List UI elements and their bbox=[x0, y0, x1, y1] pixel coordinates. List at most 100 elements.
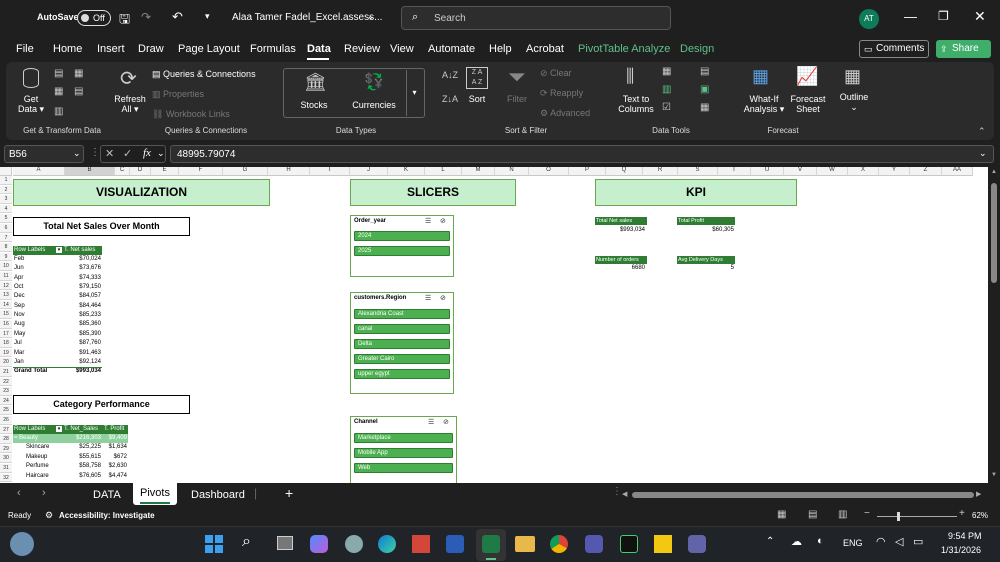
formula-menu-icon[interactable]: ⋮ bbox=[90, 147, 100, 158]
collapse-ribbon-icon[interactable]: ⌃ bbox=[978, 126, 986, 137]
slicer-item[interactable]: Greater Cairo bbox=[354, 354, 450, 364]
battery-icon[interactable]: ▭ bbox=[913, 535, 923, 548]
search-box[interactable]: ⌕ Search bbox=[401, 6, 671, 30]
tray-chevron-icon[interactable]: ⌃ bbox=[766, 536, 774, 547]
menu-help[interactable]: Help bbox=[489, 43, 512, 55]
row-header[interactable]: 10 bbox=[0, 262, 12, 272]
filename-chevron-icon[interactable]: ⌄ bbox=[367, 11, 375, 22]
menu-design[interactable]: Design bbox=[680, 43, 714, 55]
row-header[interactable]: 2 bbox=[0, 185, 12, 195]
row-header[interactable]: 15 bbox=[0, 310, 12, 320]
clear-filter-icon[interactable]: ⊘ bbox=[443, 418, 449, 426]
page-layout-view-icon[interactable]: ▤ bbox=[808, 509, 817, 520]
comments-button[interactable]: ▭ Comments bbox=[859, 40, 929, 58]
workbook-links-button[interactable]: ⛓ Workbook Links bbox=[152, 109, 230, 120]
column-header[interactable]: Q bbox=[606, 167, 643, 176]
properties-button[interactable]: ▥ Properties bbox=[152, 89, 204, 100]
select-all-corner[interactable] bbox=[0, 167, 12, 176]
insert-function-icon[interactable]: fx bbox=[143, 147, 151, 159]
column-header[interactable]: H bbox=[268, 167, 310, 176]
row-header[interactable]: 16 bbox=[0, 320, 12, 329]
pycharm-icon[interactable] bbox=[620, 535, 638, 553]
file-explorer-icon[interactable] bbox=[515, 536, 535, 552]
column-header[interactable]: U bbox=[751, 167, 784, 176]
vertical-scrollbar[interactable]: ▲ ▼ bbox=[988, 167, 1000, 483]
row-header[interactable]: 21 bbox=[0, 368, 12, 377]
slicer-region[interactable]: customers.Region ☰ ⊘ Alexandria Coast ca… bbox=[350, 292, 454, 394]
autosave-toggle[interactable]: Off bbox=[77, 10, 111, 26]
row-header[interactable]: 20 bbox=[0, 358, 12, 368]
column-header[interactable]: F bbox=[179, 167, 223, 176]
menu-draw[interactable]: Draw bbox=[138, 43, 164, 55]
store-icon[interactable] bbox=[412, 535, 430, 553]
column-header[interactable]: J bbox=[350, 167, 388, 176]
expand-formula-icon[interactable]: ⌄ bbox=[979, 148, 987, 159]
powerbi-icon[interactable] bbox=[654, 535, 672, 553]
recent-sources-icon[interactable]: ▤ bbox=[74, 86, 83, 97]
from-text-icon[interactable]: ▤ bbox=[54, 68, 63, 79]
slicer-channel[interactable]: Channel ☰ ⊘ Marketplace Mobile App Web bbox=[350, 416, 457, 483]
wifi-icon[interactable]: ◠ bbox=[876, 535, 886, 548]
column-header[interactable]: E bbox=[151, 167, 179, 176]
row-header[interactable]: 11 bbox=[0, 272, 12, 281]
zoom-out-icon[interactable]: − bbox=[864, 508, 870, 519]
vertical-scroll-thumb[interactable] bbox=[991, 183, 997, 283]
search-input[interactable]: Search bbox=[434, 13, 466, 24]
scroll-up-icon[interactable]: ▲ bbox=[991, 169, 997, 175]
multi-select-icon[interactable]: ☰ bbox=[425, 217, 431, 225]
menu-pivottable-analyze[interactable]: PivotTable Analyze bbox=[578, 43, 670, 55]
relationships-icon[interactable]: ▣ bbox=[700, 84, 709, 95]
slicer-item[interactable]: Delta bbox=[354, 339, 450, 349]
filter-button[interactable]: Filter bbox=[504, 94, 530, 104]
worksheet-grid[interactable]: A B C D E F G H I J K L M N O P Q R S T U V W X Y Z AA 1 2 3 4 5 6 7 8 9 10… bbox=[0, 167, 988, 483]
tab-data[interactable]: DATA bbox=[93, 489, 121, 501]
menu-page-layout[interactable]: Page Layout bbox=[178, 43, 240, 55]
row-header[interactable]: 17 bbox=[0, 329, 12, 339]
from-table-icon[interactable]: ▦ bbox=[54, 86, 63, 97]
excel-taskbar-active[interactable] bbox=[476, 529, 506, 561]
weather-widget-icon[interactable] bbox=[10, 532, 34, 556]
row-header[interactable]: 32 bbox=[0, 473, 12, 483]
row-header[interactable]: 5 bbox=[0, 214, 12, 224]
currencies-button[interactable]: Currencies bbox=[350, 100, 398, 110]
row-header[interactable]: 18 bbox=[0, 339, 12, 348]
from-web-icon[interactable]: ▦ bbox=[74, 68, 83, 79]
row-header[interactable]: 26 bbox=[0, 416, 12, 425]
stocks-button[interactable]: Stocks bbox=[294, 100, 334, 110]
reapply-button[interactable]: ⟳ Reapply bbox=[540, 88, 583, 99]
name-box[interactable]: B56 ⌄ bbox=[4, 145, 84, 163]
volume-icon[interactable]: ◁ bbox=[895, 535, 903, 548]
row-header[interactable]: 14 bbox=[0, 300, 12, 310]
zoom-slider-thumb[interactable] bbox=[897, 512, 900, 521]
row-header[interactable]: 22 bbox=[0, 377, 12, 387]
row-header[interactable]: 13 bbox=[0, 291, 12, 300]
tray-app-icon[interactable]: ◐ bbox=[817, 535, 824, 547]
zoom-slider[interactable] bbox=[877, 512, 957, 521]
share-button[interactable]: ⇪ Share bbox=[936, 40, 991, 58]
zoom-in-icon[interactable]: + bbox=[959, 508, 965, 519]
sort-za-icon[interactable]: Z↓A bbox=[442, 94, 458, 104]
row-header[interactable]: 3 bbox=[0, 195, 12, 204]
scroll-left-icon[interactable]: ◀ bbox=[622, 490, 627, 498]
start-icon[interactable] bbox=[205, 535, 223, 553]
clear-button[interactable]: ⊘ Clear bbox=[540, 68, 572, 79]
slicer-item[interactable]: Alexandria Coast bbox=[354, 309, 450, 319]
column-header[interactable]: A bbox=[13, 167, 65, 176]
outline-button[interactable]: Outline ⌄ bbox=[834, 92, 874, 112]
clock-time[interactable]: 9:54 PM bbox=[948, 531, 982, 541]
slicer-item[interactable]: canal bbox=[354, 324, 450, 334]
tab-dashboard[interactable]: Dashboard bbox=[191, 489, 245, 501]
column-header[interactable]: N bbox=[495, 167, 529, 176]
menu-automate[interactable]: Automate bbox=[428, 43, 475, 55]
multi-select-icon[interactable]: ☰ bbox=[428, 418, 434, 426]
row-header[interactable]: 9 bbox=[0, 252, 12, 262]
redo-icon[interactable]: ↷ bbox=[141, 10, 151, 24]
data-validation-icon[interactable]: ☑ bbox=[662, 102, 671, 113]
row-header[interactable]: 4 bbox=[0, 204, 12, 214]
column-header[interactable]: B bbox=[65, 167, 115, 176]
refresh-all-button[interactable]: Refresh All ▾ bbox=[110, 94, 150, 114]
page-break-view-icon[interactable]: ▥ bbox=[838, 509, 847, 520]
column-header[interactable]: I bbox=[310, 167, 350, 176]
row-header[interactable]: 31 bbox=[0, 464, 12, 473]
queries-connections-button[interactable]: ▤ Queries & Connections bbox=[152, 69, 256, 80]
